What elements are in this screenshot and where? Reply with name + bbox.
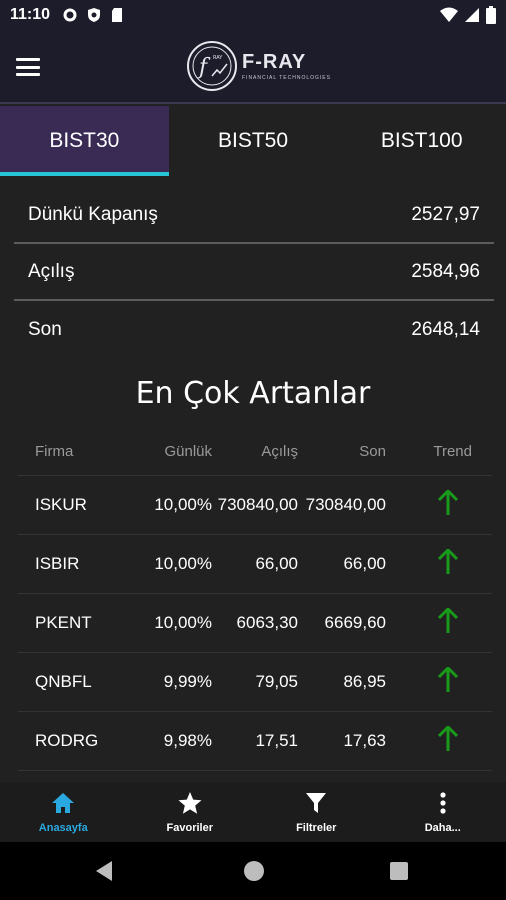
table-row[interactable]: ISBIR 10,00% 66,00 66,00 [18,535,492,594]
index-tabs: BIST30 BIST50 BIST100 [0,106,506,176]
nav-filters[interactable]: Filtreler [253,782,380,842]
cell-firma: PKENT [35,613,92,632]
hamburger-menu-icon[interactable] [16,58,40,76]
header-son: Son [359,443,386,460]
nav-filters-label: Filtreler [296,822,337,834]
summary-row-previous-close: Dünkü Kapanış 2527,97 [14,187,494,244]
nav-more[interactable]: Daha... [380,782,506,842]
table-row[interactable]: PKENT 10,00% 6063,30 6669,60 [18,594,492,653]
table-row[interactable]: ISKUR 10,00% 730840,00 730840,00 [18,476,492,535]
sd-card-icon [112,8,123,22]
shield-icon [88,8,101,22]
cell-son: 6669,60 [324,613,386,632]
logo-mark-icon: f RAY [187,41,237,91]
cell-gunluk: 10,00% [154,554,212,573]
table-row[interactable]: QNBFL 9,99% 79,05 86,95 [18,653,492,712]
signal-icon [465,8,479,22]
tab-bist100[interactable]: BIST100 [337,106,506,176]
summary-value: 2527,97 [411,203,480,225]
summary-value: 2584,96 [411,260,480,282]
cell-son: 730840,00 [305,495,386,514]
app-bar: f RAY F-RAY FINANCIAL TECHNOLOGIES [0,30,506,104]
summary-value: 2648,14 [411,318,480,340]
nav-favorites[interactable]: Favoriler [127,782,254,842]
arrow-up-icon [437,607,459,633]
header-acilis: Açılış [261,443,298,460]
cell-gunluk: 9,98% [163,731,212,750]
more-vertical-icon [440,792,446,814]
cell-son: 66,00 [343,554,386,573]
nav-more-label: Daha... [424,822,461,834]
nav-home-label: Anasayfa [38,822,88,834]
tab-bist30[interactable]: BIST30 [0,106,169,176]
cell-acilis: 730840,00 [217,495,298,514]
summary-label: Açılış [28,260,75,282]
section-title: En Çok Artanlar [135,376,371,411]
arrow-up-icon [437,725,459,751]
battery-icon [486,6,496,24]
cell-acilis: 17,51 [255,731,298,750]
logo-title: F-RAY [242,51,307,73]
top-gainers-table: Firma Günlük Açılış Son Trend ISKUR 10,0… [18,428,492,771]
app-logo: f RAY F-RAY FINANCIAL TECHNOLOGIES [186,40,331,92]
table-header: Firma Günlük Açılış Son Trend [18,428,492,476]
index-summary: Dünkü Kapanış 2527,97 Açılış 2584,96 Son… [14,187,494,358]
nav-favorites-label: Favoriler [166,822,213,834]
cell-acilis: 79,05 [255,672,298,691]
star-icon [178,792,202,814]
cell-firma: ISKUR [35,495,87,514]
logo-mark-letter: f [197,55,211,80]
header-gunluk: Günlük [164,443,212,460]
cell-acilis: 6063,30 [236,613,298,632]
system-navigation-bar [0,842,506,900]
filter-icon [306,793,327,813]
summary-label: Dünkü Kapanış [28,203,158,225]
logo-mark-small: RAY [213,55,223,61]
arrow-up-icon [437,548,459,574]
cell-son: 86,95 [343,672,386,691]
summary-row-open: Açılış 2584,96 [14,244,494,301]
tab-bist50[interactable]: BIST50 [169,106,338,176]
arrow-up-icon [437,489,459,515]
cell-acilis: 66,00 [255,554,298,573]
nav-home[interactable]: Anasayfa [0,782,127,842]
cell-firma: QNBFL [35,672,92,691]
home-circle-icon[interactable] [244,861,264,881]
home-icon [52,793,75,813]
bottom-navigation: Anasayfa Favoriler Filtreler Daha... [0,782,506,842]
gear-icon [63,8,77,22]
status-bar: 11:10 [0,0,506,30]
logo-subtitle: FINANCIAL TECHNOLOGIES [242,75,331,81]
summary-row-last: Son 2648,14 [14,301,494,358]
cell-son: 17,63 [343,731,386,750]
recents-icon[interactable] [390,862,408,880]
header-firma: Firma [35,443,74,460]
wifi-icon [440,7,458,22]
header-trend: Trend [433,443,472,460]
cell-gunluk: 10,00% [154,613,212,632]
back-icon[interactable] [96,861,112,881]
summary-label: Son [28,318,62,340]
cell-firma: RODRG [35,731,99,750]
cell-gunluk: 10,00% [154,495,212,514]
cell-firma: ISBIR [35,554,80,573]
status-time: 11:10 [10,6,51,23]
cell-gunluk: 9,99% [163,672,212,691]
arrow-up-icon [437,666,459,692]
table-row[interactable]: RODRG 9,98% 17,51 17,63 [18,712,492,771]
